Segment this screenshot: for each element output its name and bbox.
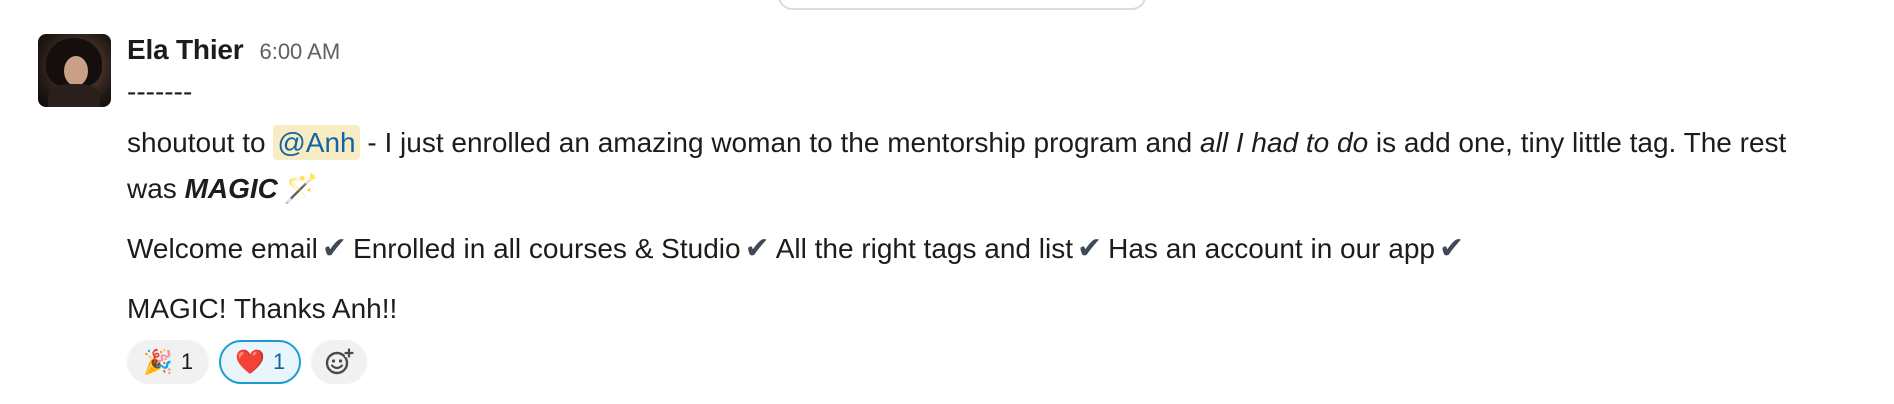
avatar[interactable] <box>38 34 111 107</box>
check-mark-icon: ✔ <box>1076 232 1103 265</box>
magic-wand-emoji: 🪄 <box>283 173 319 204</box>
message-pane: Ela Thier 6:00 AM ------- shoutout to @A… <box>0 0 1894 404</box>
check-mark-icon: ✔ <box>744 232 770 265</box>
checklist-item: Enrolled in all courses & Studio <box>353 233 741 264</box>
message-content: Ela Thier 6:00 AM ------- shoutout to @A… <box>127 34 1887 384</box>
reaction-count: 1 <box>180 349 194 374</box>
message-divider-text: ------- <box>127 76 193 107</box>
italic-text: all I had to do <box>1200 127 1369 158</box>
red-heart-icon: ❤️ <box>235 348 266 376</box>
checklist-item: Has an account in our app <box>1108 233 1436 264</box>
checklist-item: All the right tags and list <box>775 233 1073 264</box>
message-paragraph-shoutout: shoutout to @Anh - I just enrolled an am… <box>127 120 1887 212</box>
add-reaction-button[interactable] <box>311 340 368 384</box>
message-paragraph-checklist: Welcome email ✔ Enrolled in all courses & … <box>127 226 1887 272</box>
reaction-party-popper[interactable]: 🎉 1 <box>127 340 210 384</box>
message-header: Ela Thier 6:00 AM <box>127 34 1887 70</box>
reaction-heart[interactable]: ❤️ 1 <box>219 340 302 384</box>
reactions-bar: 🎉 1 ❤️ 1 <box>127 340 1887 384</box>
date-divider-pill[interactable] <box>778 0 1146 10</box>
author-name[interactable]: Ela Thier <box>127 34 244 66</box>
message-timestamp[interactable]: 6:00 AM <box>259 39 340 65</box>
user-mention[interactable]: @Anh <box>273 125 360 160</box>
message-paragraph-closing: MAGIC! Thanks Anh!! <box>127 293 398 324</box>
check-mark-icon: ✔ <box>321 232 348 265</box>
text-segment: shoutout to <box>127 127 274 158</box>
check-mark-icon: ✔ <box>1439 232 1465 265</box>
add-emoji-icon <box>326 348 354 375</box>
bold-italic-text: MAGIC <box>184 173 278 204</box>
text-segment: was <box>127 173 185 204</box>
reaction-count: 1 <box>273 349 286 374</box>
checklist-item: Welcome email <box>127 233 318 264</box>
text-segment: is add one, tiny little tag. The rest <box>1368 127 1787 158</box>
party-popper-icon: 🎉 <box>143 348 173 376</box>
text-segment: - I just enrolled an amazing woman to th… <box>359 127 1201 158</box>
